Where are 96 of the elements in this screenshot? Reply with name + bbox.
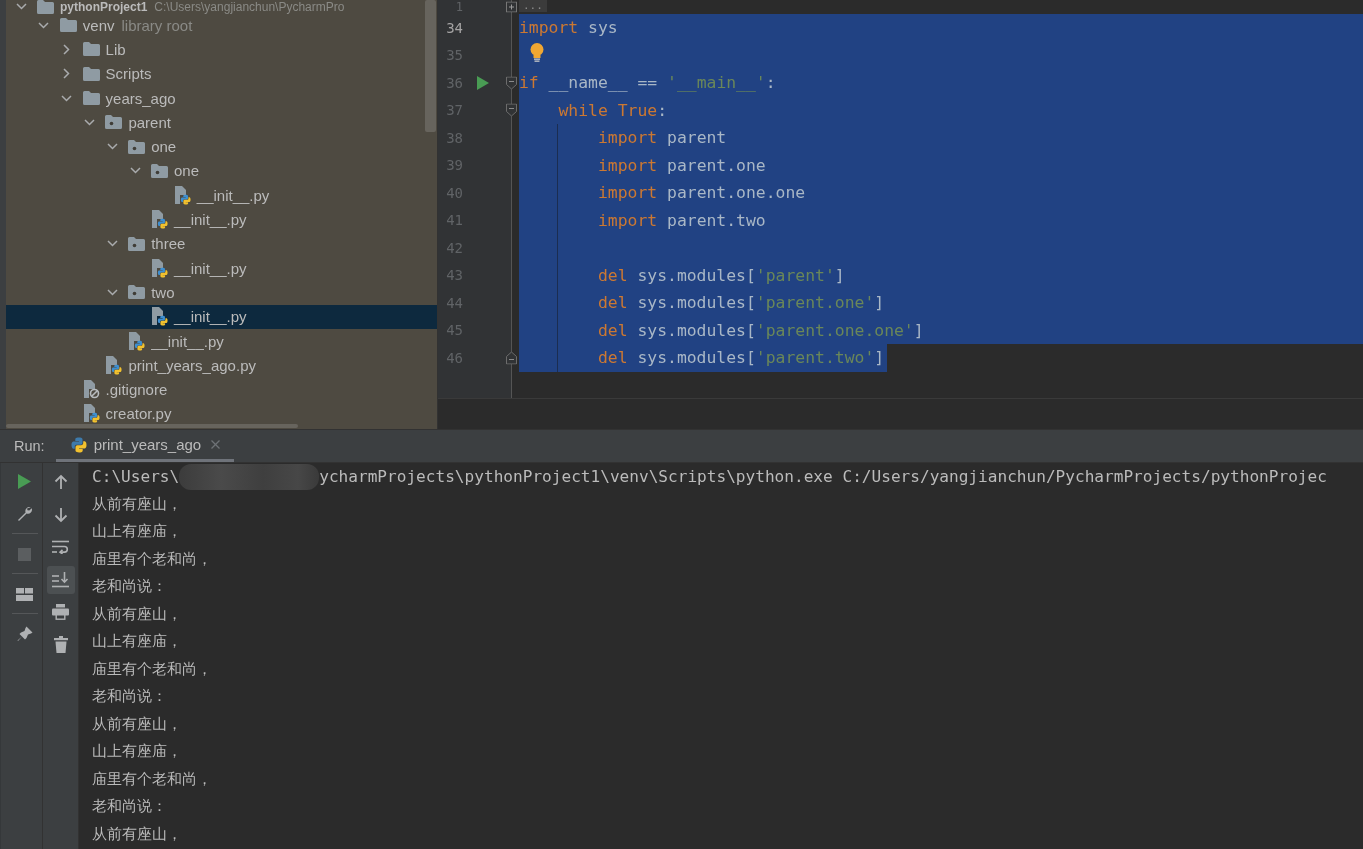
folder-icon <box>82 91 100 106</box>
console-line: 庙里有个老和尚， <box>92 548 213 570</box>
code-line: while True: <box>558 100 668 120</box>
tree-item[interactable]: __init__.py <box>6 207 437 232</box>
python-file-icon <box>151 258 168 278</box>
console-line: 山上有座庙， <box>92 741 183 762</box>
tree-item[interactable]: two <box>6 280 437 305</box>
console-line: 从前有座山， <box>92 713 183 735</box>
code-line: if __name__ == '__main__': <box>519 73 776 93</box>
scroll-to-end-button[interactable] <box>46 565 75 594</box>
tree-item[interactable]: creator.py <box>6 401 437 427</box>
tree-item[interactable]: __init__.py <box>6 255 437 281</box>
arrow-up-icon <box>53 474 68 490</box>
console-line: 老和尚说： <box>92 576 168 597</box>
console-line: 庙里有个老和尚， <box>92 768 213 790</box>
package-folder-icon <box>151 163 168 178</box>
code-line: del sys.modules['parent.one.one'] <box>597 320 924 340</box>
tree-item[interactable]: print_years_ago.py <box>6 353 437 378</box>
console-line: 老和尚说： <box>92 686 168 707</box>
chevron-down-icon[interactable] <box>129 167 141 175</box>
tree-item[interactable]: parent <box>6 110 437 135</box>
fold-end-icon[interactable] <box>506 351 517 365</box>
code-line: del sys.modules['parent.one'] <box>597 293 885 313</box>
soft-wrap-icon <box>52 540 69 554</box>
chevron-down-icon[interactable] <box>106 288 118 296</box>
python-file-icon <box>82 404 100 424</box>
console-line: 从前有座山， <box>92 823 183 845</box>
collapse-fold-icon[interactable] <box>506 103 517 117</box>
folder-icon <box>59 18 77 33</box>
command-text: C:\Users\ <box>92 467 180 487</box>
console-line: 山上有座庙， <box>92 631 183 652</box>
console-line: 庙里有个老和尚， <box>92 658 213 680</box>
chevron-down-icon[interactable] <box>61 94 73 102</box>
tree-item[interactable]: Scripts <box>6 61 437 86</box>
project-path: C:\Users\yangjianchun\PycharmPro <box>154 0 345 14</box>
code-line: del sys.modules['parent'] <box>597 265 845 285</box>
tree-item[interactable]: Lib <box>6 37 437 62</box>
play-icon <box>18 473 31 489</box>
chevron-down-icon[interactable] <box>83 118 95 126</box>
tree-item[interactable]: one <box>6 158 437 184</box>
python-file-icon <box>151 307 168 327</box>
expand-fold-icon[interactable] <box>506 1 517 13</box>
folded-code-placeholder[interactable]: ... <box>519 0 547 12</box>
tree-item[interactable]: pythonProject1 C:\Users\yangjianchun\PycharmPro <box>6 0 437 13</box>
chevron-right-icon[interactable] <box>63 68 71 80</box>
chevron-right-icon[interactable] <box>63 43 71 55</box>
code-line: import parent.one <box>597 155 766 175</box>
panel-title: Run: <box>13 437 45 456</box>
code-line: import parent.two <box>597 210 766 230</box>
command-text: ycharmProjects\pythonProject1\venv\Scripts\python.exe C:/Users/yangjianchun/PycharmProjects/pythonProjec <box>319 467 1327 487</box>
python-file-icon <box>105 355 123 375</box>
arrow-down-icon <box>53 506 68 523</box>
chevron-down-icon[interactable] <box>38 21 50 29</box>
library-root-note: library root <box>121 16 193 34</box>
collapse-fold-icon[interactable] <box>506 76 517 90</box>
python-file-icon <box>128 331 146 351</box>
chevron-down-icon[interactable] <box>106 143 118 151</box>
layout-icon <box>16 587 33 601</box>
python-logo-icon <box>70 436 87 453</box>
scroll-to-end-icon <box>52 571 69 588</box>
console-line: 老和尚说： <box>92 796 168 817</box>
python-file-icon <box>173 185 191 205</box>
lightbulb-icon[interactable] <box>530 42 544 62</box>
package-folder-icon <box>105 115 123 130</box>
tree-item[interactable]: __init__.py <box>6 304 437 329</box>
line-number: 34 <box>445 19 463 36</box>
code-line: import parent <box>597 128 727 148</box>
console-line: 从前有座山， <box>92 603 183 625</box>
trash-icon <box>53 636 68 653</box>
python-file-icon <box>151 210 168 229</box>
chevron-down-icon[interactable] <box>106 240 118 248</box>
tree-item[interactable]: __init__.py <box>6 328 437 354</box>
package-folder-icon <box>128 285 146 300</box>
tree-item[interactable]: years_ago <box>6 85 437 111</box>
tree-item[interactable]: __init__.py <box>6 183 437 208</box>
ignored-file-icon <box>82 380 100 400</box>
tree-item[interactable]: one <box>6 134 437 159</box>
package-folder-icon <box>128 236 146 251</box>
chevron-down-icon[interactable] <box>15 3 27 10</box>
close-icon[interactable] <box>211 440 221 449</box>
code-line: import parent.one.one <box>597 183 806 203</box>
printer-icon <box>52 604 69 620</box>
folder-icon <box>82 66 100 81</box>
folder-icon <box>82 42 100 57</box>
code-line: del sys.modules['parent.two'] <box>597 348 885 368</box>
tree-item[interactable]: three <box>6 231 437 256</box>
run-icon[interactable] <box>477 75 489 90</box>
console-line: 山上有座庙， <box>92 521 183 542</box>
wrench-icon <box>16 506 33 522</box>
tree-item[interactable]: .gitignore <box>6 377 437 402</box>
package-folder-icon <box>128 139 146 154</box>
tree-item[interactable]: venv library root <box>6 13 437 38</box>
vertical-scrollbar[interactable] <box>425 0 436 132</box>
console-line: 从前有座山， <box>92 493 183 515</box>
code-line: import sys <box>519 18 618 38</box>
folder-icon <box>37 0 54 14</box>
